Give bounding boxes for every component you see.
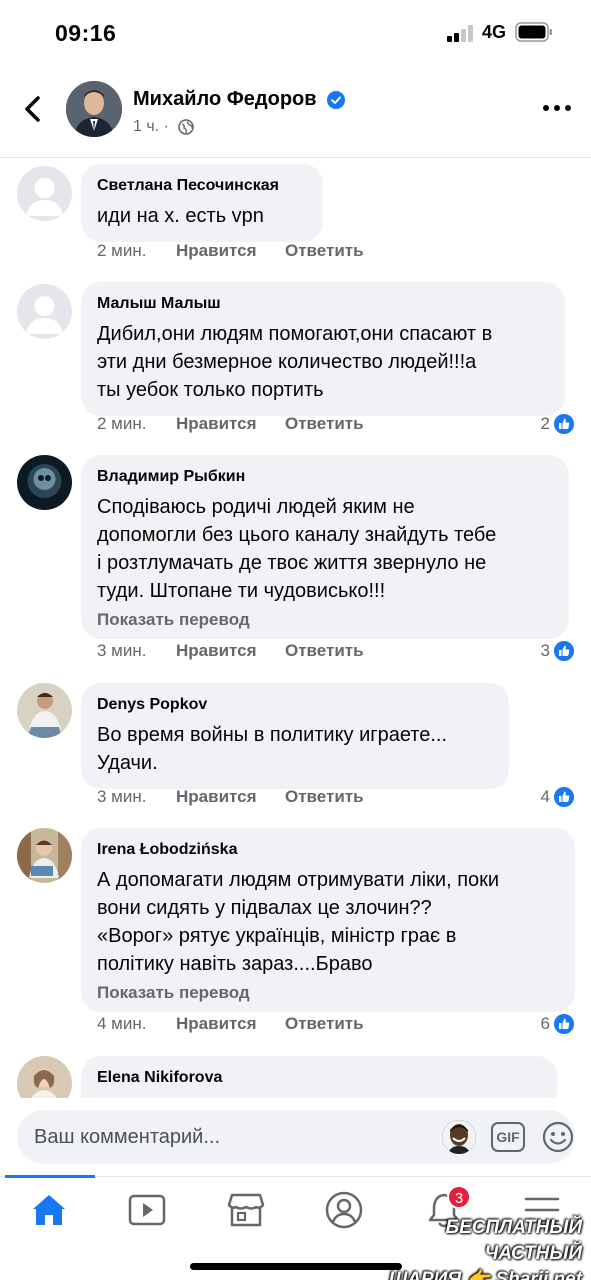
network-type: 4G — [482, 22, 507, 42]
author-name[interactable]: Михайло Федоров — [133, 88, 317, 111]
author-avatar[interactable] — [66, 81, 122, 137]
commenter-avatar[interactable] — [17, 683, 72, 738]
like-button[interactable]: Нравится — [176, 241, 257, 261]
reaction-summary[interactable]: 4 — [541, 785, 575, 809]
reaction-summary[interactable]: 3 — [541, 639, 575, 663]
comment-time: 3 мин. — [97, 641, 147, 660]
reply-button[interactable]: Ответить — [285, 414, 364, 434]
comment-text: Дибил,они людям помогают,они спасают в э… — [97, 323, 493, 401]
comment-author[interactable]: Irena Łobodzińska — [97, 840, 559, 860]
reaction-count: 4 — [540, 787, 550, 806]
reply-button[interactable]: Ответить — [285, 641, 364, 661]
reaction-summary[interactable]: 6 — [541, 1012, 575, 1036]
battery-icon — [515, 22, 552, 42]
comment-bubble[interactable]: Irena Łobodzińska А допомагати людям отр… — [81, 828, 575, 1012]
avatar-sticker-icon[interactable] — [442, 1120, 476, 1154]
like-button[interactable]: Нравится — [176, 1014, 257, 1034]
comment-bubble[interactable]: Малыш Малыш Дибил,они людям помогают,они… — [81, 282, 565, 416]
comment-author[interactable]: Denys Popkov — [97, 695, 493, 715]
comment-text: Сподіваюсь родичі людей яким не допомогл… — [97, 496, 497, 602]
reaction-count: 6 — [540, 1014, 550, 1033]
post-header: Михайло Федоров 1 ч. · — [0, 68, 591, 158]
comment-author[interactable]: Малыш Малыш — [97, 294, 549, 314]
gif-button[interactable]: GIF — [491, 1122, 525, 1152]
thumbs-up-icon — [553, 640, 575, 662]
home-icon[interactable] — [29, 1191, 69, 1229]
reply-button[interactable]: Ответить — [285, 241, 364, 261]
comment-input[interactable]: Ваш комментарий... GIF — [17, 1110, 575, 1164]
comment-time: 4 мин. — [97, 1014, 147, 1033]
comment-composer-bar: Ваш комментарий... GIF — [0, 1098, 591, 1176]
thumbs-up-icon — [553, 413, 575, 435]
more-horizontal-icon[interactable] — [541, 98, 573, 118]
like-button[interactable]: Нравится — [176, 414, 257, 434]
marketplace-icon[interactable] — [226, 1191, 266, 1229]
notifications-badge: 3 — [447, 1185, 471, 1209]
watermark: БЕСПЛАТНЫЙ ЧАСТНЫЙ ШАРИЯ 👉 Sharij.net — [356, 1215, 582, 1280]
comment-text: Во время войны в политику играете... Уда… — [97, 724, 447, 774]
commenter-avatar[interactable] — [17, 284, 72, 339]
comment-author[interactable]: Светлана Песочинская — [97, 176, 307, 196]
show-translation-link[interactable]: Показать перевод — [97, 982, 559, 1004]
thumbs-up-icon — [553, 1013, 575, 1035]
reaction-summary[interactable]: 2 — [541, 412, 575, 436]
like-button[interactable]: Нравится — [176, 641, 257, 661]
commenter-avatar[interactable] — [17, 828, 72, 883]
reaction-count: 2 — [540, 414, 550, 433]
active-tab-indicator — [5, 1175, 95, 1178]
comment-author[interactable]: Elena Nikiforova — [97, 1068, 541, 1088]
verified-icon — [327, 91, 345, 109]
commenter-avatar[interactable] — [17, 166, 72, 221]
watermark-line-1: БЕСПЛАТНЫЙ ЧАСТНЫЙ — [445, 1217, 582, 1264]
show-translation-link[interactable]: Показать перевод — [97, 609, 553, 631]
status-time: 09:16 — [55, 20, 117, 46]
comment-input-placeholder: Ваш комментарий... — [34, 1126, 221, 1148]
reaction-count: 3 — [540, 641, 550, 660]
globe-icon — [178, 119, 194, 135]
comment-author[interactable]: Владимир Рыбкин — [97, 467, 553, 487]
comment-time: 3 мин. — [97, 787, 147, 806]
comment-time: 2 мин. — [97, 414, 147, 433]
reply-button[interactable]: Ответить — [285, 787, 364, 807]
signal-icon — [447, 24, 477, 42]
video-icon[interactable] — [127, 1191, 167, 1229]
comment-bubble[interactable]: Владимир Рыбкин Сподіваюсь родичі людей … — [81, 455, 569, 639]
reply-button[interactable]: Ответить — [285, 1014, 364, 1034]
comment-text: иди на х. есть vpn — [97, 205, 264, 227]
comment-bubble[interactable]: Светлана Песочинская иди на х. есть vpn — [81, 164, 323, 242]
commenter-avatar[interactable] — [17, 455, 72, 510]
thumbs-up-icon — [553, 786, 575, 808]
emoji-icon[interactable] — [541, 1120, 575, 1154]
chevron-left-icon[interactable] — [20, 94, 46, 124]
like-button[interactable]: Нравится — [176, 787, 257, 807]
comment-time: 2 мин. — [97, 241, 147, 260]
comment-text: А допомагати людям отримувати ліки, поки… — [97, 869, 500, 975]
home-indicator — [190, 1263, 402, 1270]
status-bar: 09:16 4G — [0, 0, 591, 68]
post-time: 1 ч. · — [133, 118, 169, 135]
comment-bubble[interactable]: Denys Popkov Во время войны в политику и… — [81, 683, 509, 789]
bottom-tab-bar: 3 БЕСПЛАТНЫЙ ЧАСТНЫЙ ШАРИЯ 👉 Sharij.net — [0, 1175, 591, 1280]
